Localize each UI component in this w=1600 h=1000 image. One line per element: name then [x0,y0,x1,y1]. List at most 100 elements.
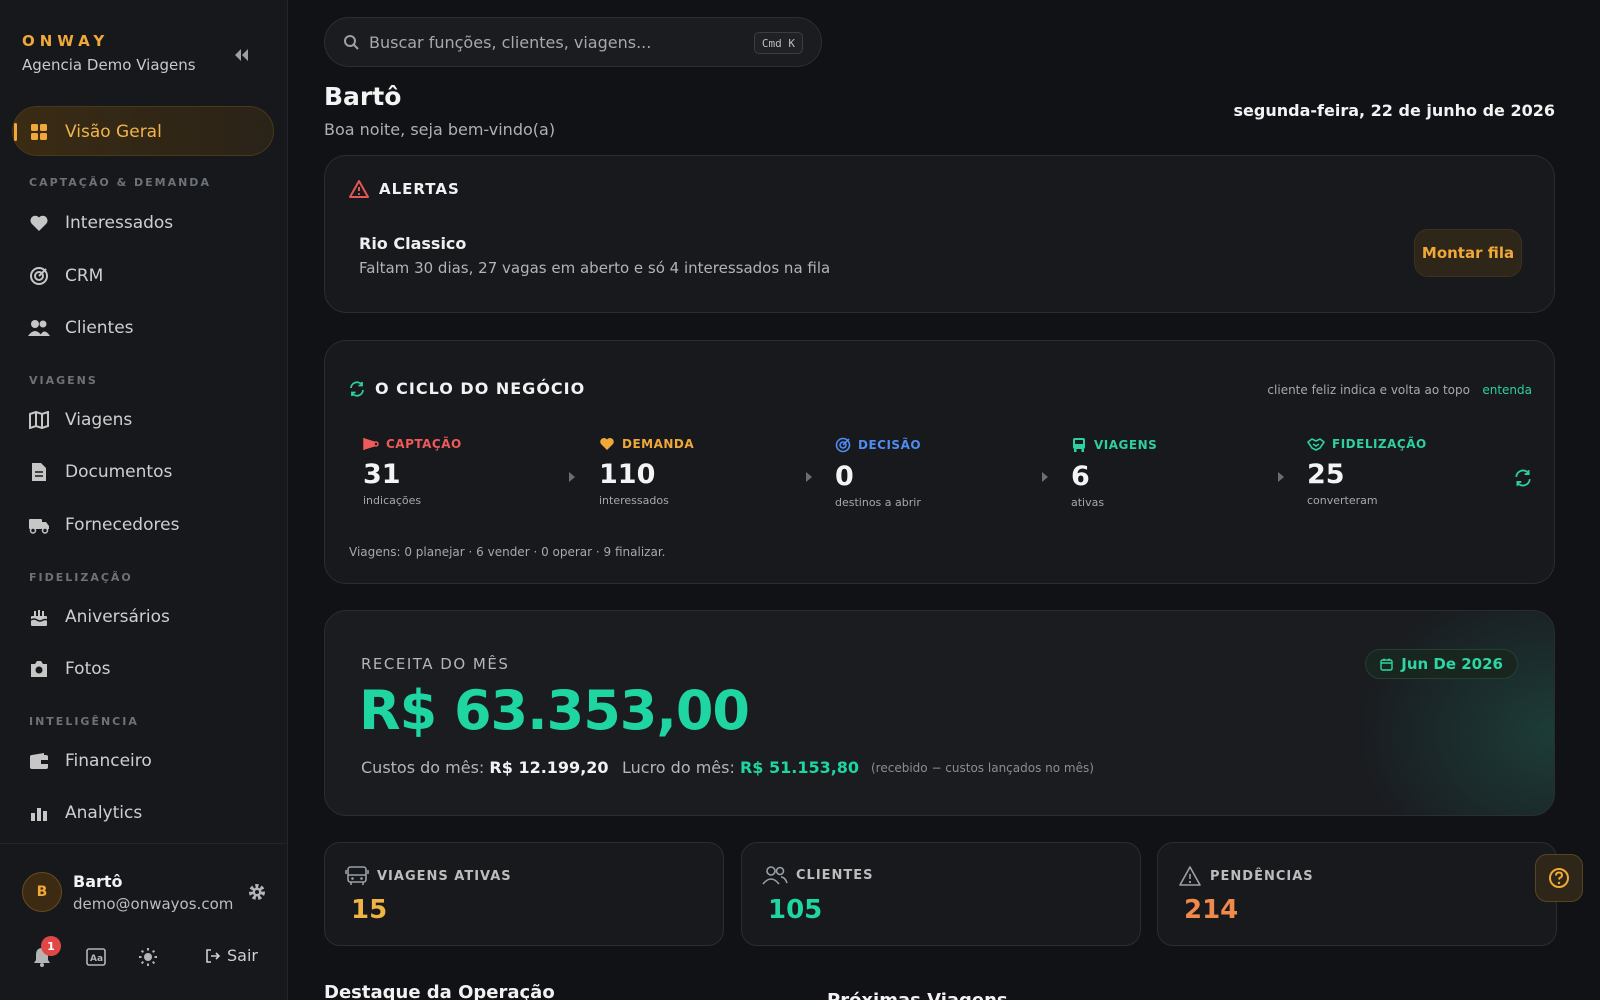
search-bar[interactable]: Cmd K [324,17,822,67]
sidebar-item-fotos[interactable]: Fotos [28,654,111,684]
heart-icon [28,212,50,234]
stage-label: DECISÃO [858,438,922,452]
section-label-viagens: VIAGENS [29,374,98,387]
sidebar-item-financeiro[interactable]: Financeiro [28,746,152,776]
sidebar-item-label: Aniversários [65,607,170,627]
sidebar-item-label: Viagens [65,410,133,430]
sidebar-item-clientes[interactable]: Clientes [28,313,134,343]
sidebar-item-analytics[interactable]: Analytics [28,798,142,828]
target-icon [835,437,851,453]
stage-value: 25 [1307,459,1345,490]
stage-fidelizacao[interactable]: FIDELIZAÇÃO 25 converteram [1307,437,1517,507]
stage-label: CAPTAÇÃO [386,437,462,451]
stat-value: 15 [351,895,388,925]
map-icon [28,409,50,431]
chevron-right-icon [1277,467,1285,482]
sidebar-item-crm[interactable]: CRM [28,261,103,291]
warning-icon [349,180,369,198]
sidebar-item-visao-geral[interactable]: Visão Geral [28,117,162,147]
cycle-header: O CICLO DO NEGÓCIO [349,379,585,398]
current-date: segunda-feira, 22 de junho de 2026 [1233,101,1555,120]
sidebar: ONWAY Agencia Demo Viagens Visão Geral C… [0,0,288,1000]
chevron-right-icon [568,467,576,482]
calendar-icon [1380,658,1393,671]
stat-label: VIAGENS ATIVAS [377,868,512,884]
sidebar-item-fornecedores[interactable]: Fornecedores [28,510,179,540]
svg-text:Aa: Aa [90,954,103,964]
costs: Custos do mês: R$ 12.199,20 [361,758,609,777]
sidebar-item-viagens[interactable]: Viagens [28,405,132,435]
profit-value: R$ 51.153,80 [739,758,860,777]
stage-value: 0 [835,461,854,492]
user-area: B Bartô demo@onwayos.com 1 Aa Sair [0,843,288,1000]
sidebar-item-interessados[interactable]: Interessados [28,208,173,238]
page-title: Bartô [324,82,402,111]
stat-card-clientes[interactable]: CLIENTES 105 [741,842,1141,946]
section-title-proximas-viagens: Próximas Viagens [827,990,1008,1000]
sidebar-item-label: Documentos [65,462,173,482]
alerts-title: ALERTAS [379,180,460,198]
greeting: Boa noite, seja bem-vindo(a) [324,120,556,139]
bar-chart-icon [28,802,50,824]
profit-label: Lucro do mês: [622,758,735,777]
stat-value: 214 [1184,895,1239,925]
font-size-icon[interactable]: Aa [86,948,106,966]
stage-value: 110 [599,459,656,490]
logout-button[interactable]: Sair [205,946,258,965]
stat-card-viagens-ativas[interactable]: VIAGENS ATIVAS 15 [324,842,724,946]
search-input[interactable] [369,32,749,52]
section-label-inteligencia: INTELIGÊNCIA [29,715,139,728]
stat-title-row: VIAGENS ATIVAS [345,865,512,887]
entenda-link[interactable]: entenda [1482,383,1532,397]
section-label-captacao: CAPTAÇÃO & DEMANDA [29,176,211,189]
sidebar-item-label: Fornecedores [65,515,180,535]
users-icon [762,866,788,885]
revenue-label: RECEITA DO MÊS [361,655,510,673]
sun-icon[interactable] [138,947,158,967]
costs-value: R$ 12.199,20 [489,758,609,777]
gear-icon[interactable] [247,882,267,902]
costs-label: Custos do mês: [361,758,485,777]
stat-card-pendencias[interactable]: PENDÊNCIAS 214 [1157,842,1557,946]
users-icon [28,317,50,339]
logout-icon [206,948,221,963]
sidebar-item-aniversarios[interactable]: Aniversários [28,602,170,632]
stage-captacao[interactable]: CAPTAÇÃO 31 indicações [363,437,573,507]
truck-icon [28,514,50,536]
heart-icon [600,438,614,450]
bus-icon [1073,438,1085,452]
sidebar-item-label: Analytics [65,803,143,823]
stage-viagens[interactable]: VIAGENS 6 ativas [1071,437,1281,509]
stat-title-row: CLIENTES [762,865,874,885]
stat-value: 105 [768,895,823,925]
camera-icon [28,658,50,680]
stage-value: 6 [1071,461,1090,492]
stage-value: 31 [363,459,401,490]
month-selector[interactable]: Jun De 2026 [1365,649,1518,679]
cake-icon [28,606,50,628]
avatar[interactable]: B [22,872,62,912]
stage-demanda[interactable]: DEMANDA 110 interessados [599,437,809,507]
montar-fila-button[interactable]: Montar fila [1414,229,1522,277]
business-cycle-card: O CICLO DO NEGÓCIO cliente feliz indica … [324,340,1555,584]
user-name: Bartô [73,872,123,891]
section-label-fidelizacao: FIDELIZAÇÃO [29,571,133,584]
stat-title-row: PENDÊNCIAS [1178,865,1314,887]
sidebar-item-documentos[interactable]: Documentos [28,457,172,487]
shortcut-hint: Cmd K [753,32,803,54]
stage-sub: indicações [363,494,422,507]
brand: ONWAY Agencia Demo Viagens [22,32,196,74]
collapse-sidebar-icon[interactable] [232,46,250,64]
stage-decisao[interactable]: DECISÃO 0 destinos a abrir [835,437,1045,509]
stage-label: VIAGENS [1094,438,1158,452]
warning-icon [1179,866,1201,886]
logout-label: Sair [227,946,258,965]
sidebar-bottom-toolbar: 1 Aa Sair [0,936,288,974]
revenue-card: RECEITA DO MÊS R$ 63.353,00 Custos do mê… [324,610,1555,816]
sidebar-item-label: Financeiro [65,751,152,771]
help-button[interactable] [1535,854,1583,902]
chevron-right-icon [805,467,813,482]
alert-item-name: Rio Classico [359,234,467,253]
section-title-destaque: Destaque da Operação [324,982,555,1000]
sidebar-item-label: CRM [65,266,104,286]
